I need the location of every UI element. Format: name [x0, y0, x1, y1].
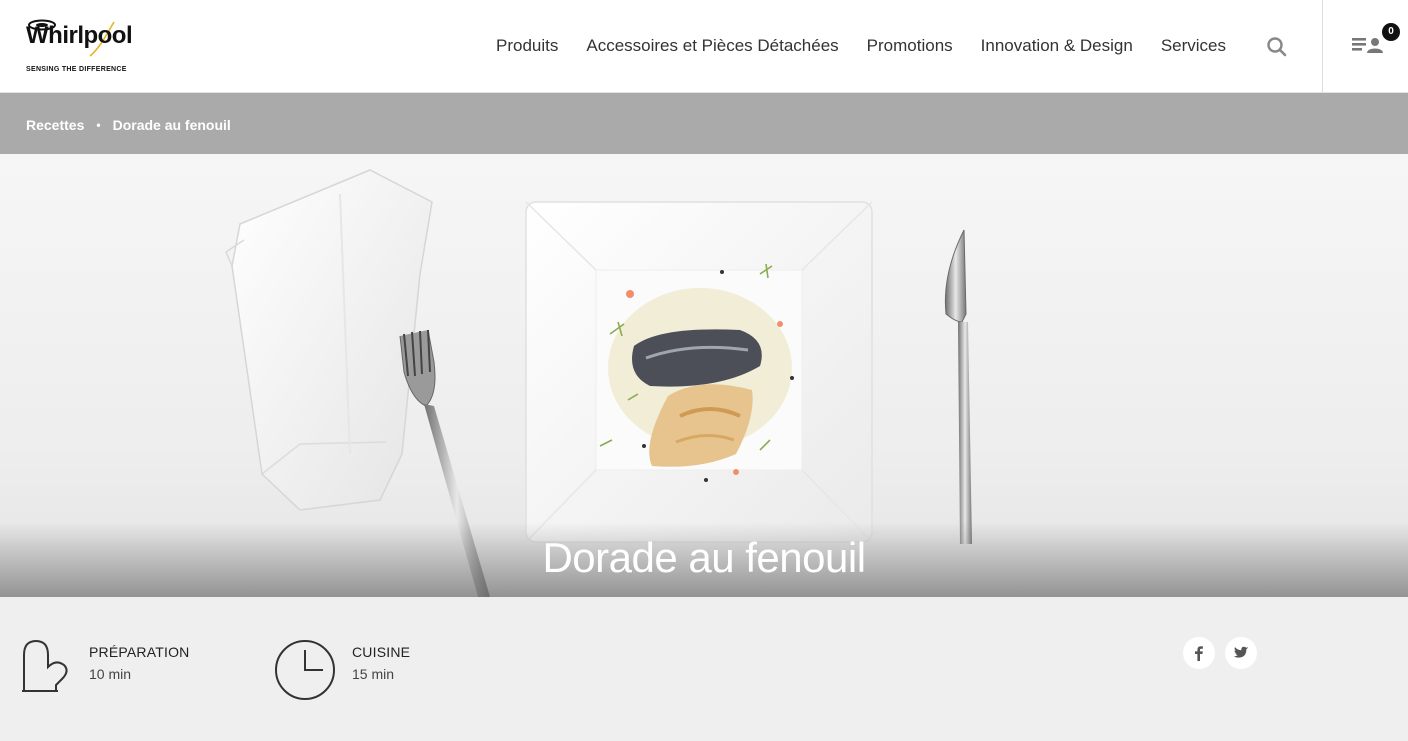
clock-icon [275, 640, 335, 700]
nav-item-produits[interactable]: Produits [496, 36, 558, 56]
preparation-value: 10 min [89, 666, 132, 682]
header-divider [1322, 0, 1323, 93]
nav-item-innovation[interactable]: Innovation & Design [981, 36, 1133, 56]
logo-tagline: SENSING THE DIFFERENCE [26, 66, 127, 73]
breadcrumb-current: Dorade au fenouil [112, 117, 231, 133]
preparation-label: Préparation [89, 644, 190, 660]
search-icon [1267, 37, 1287, 57]
cooking-label: Cuisine [352, 644, 411, 660]
cooking-value: 15 min [352, 666, 395, 682]
nav-item-accessoires[interactable]: Accessoires et Pièces Détachées [586, 36, 838, 56]
nav-item-services[interactable]: Services [1161, 36, 1226, 56]
breadcrumb-bar: Recettes • Dorade au fenouil [0, 93, 1408, 154]
breadcrumb-separator: • [96, 118, 101, 132]
search-button[interactable] [1266, 36, 1288, 58]
page-title: Dorade au fenouil [542, 534, 866, 581]
compare-list-icon [1352, 38, 1383, 53]
site-header: Whirlpool SENSING THE DIFFERENCE Produit… [0, 0, 1408, 93]
twitter-share-button[interactable] [1225, 637, 1257, 669]
compare-list-button[interactable] [1350, 32, 1386, 58]
twitter-icon [1233, 646, 1249, 658]
facebook-icon [1195, 646, 1203, 661]
facebook-share-button[interactable] [1183, 637, 1215, 669]
hero-image: Dorade au fenouil [0, 154, 1408, 597]
breadcrumb: Recettes • Dorade au fenouil [26, 117, 231, 133]
main-nav: Produits Accessoires et Pièces Détachées… [482, 36, 1240, 56]
compare-count-badge: 0 [1382, 23, 1400, 41]
whirlpool-logo[interactable]: Whirlpool SENSING THE DIFFERENCE [26, 18, 136, 76]
knife [944, 229, 972, 544]
logo-wordmark: Whirlpool [26, 22, 133, 49]
recipe-info-bar: Préparation 10 min Cuisine 15 min [0, 597, 1408, 741]
oven-mitt-icon [22, 639, 68, 692]
nav-item-promotions[interactable]: Promotions [867, 36, 953, 56]
breadcrumb-recettes[interactable]: Recettes [26, 117, 84, 133]
